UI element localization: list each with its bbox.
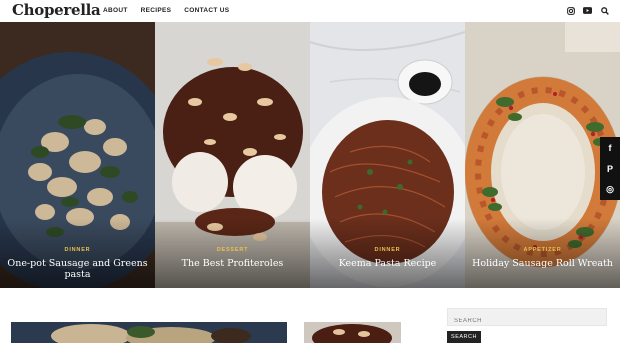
facebook-icon[interactable]: f (600, 137, 620, 158)
post-category[interactable]: DINNER (310, 247, 465, 253)
nav-item-contact[interactable]: CONTACT US (184, 7, 229, 14)
header-icons (566, 6, 609, 15)
featured-post-3[interactable]: DINNER Keema Pasta Recipe (310, 22, 465, 288)
featured-post-4[interactable]: APPETIZER Holiday Sausage Roll Wreath (465, 22, 620, 288)
site-header: Choperella ABOUT RECIPES CONTACT US (0, 0, 620, 22)
main-nav: ABOUT RECIPES CONTACT US (103, 7, 229, 14)
nav-item-recipes[interactable]: RECIPES (141, 7, 172, 14)
slide-overlay (310, 218, 465, 288)
post-category[interactable]: APPETIZER (465, 247, 620, 253)
search-input[interactable] (448, 313, 606, 329)
latest-post-image[interactable] (11, 322, 287, 343)
sidebar-search (447, 308, 607, 329)
post-category[interactable]: DESSERT (155, 247, 310, 253)
featured-post-1[interactable]: DINNER One-pot Sausage and Greens pasta (0, 22, 155, 288)
youtube-icon[interactable] (583, 6, 592, 15)
nav-item-about[interactable]: ABOUT (103, 7, 128, 14)
slide-overlay (155, 218, 310, 288)
pinterest-icon[interactable]: P (600, 158, 620, 179)
featured-post-2[interactable]: DESSERT The Best Profiteroles (155, 22, 310, 288)
post-thumbnail-photo (304, 322, 401, 343)
search-button[interactable]: SEARCH (447, 331, 481, 343)
site-logo[interactable]: Choperella (12, 1, 101, 19)
instagram-share-icon[interactable]: ◎ (600, 179, 620, 200)
post-title[interactable]: Holiday Sausage Roll Wreath (469, 258, 616, 269)
slide-overlay (465, 218, 620, 288)
post-thumbnail[interactable] (304, 322, 401, 343)
social-share-bar: f P ◎ (600, 137, 620, 200)
search-icon[interactable] (600, 6, 609, 15)
post-title[interactable]: One-pot Sausage and Greens pasta (4, 258, 151, 280)
post-title[interactable]: The Best Profiteroles (159, 258, 306, 269)
post-title[interactable]: Keema Pasta Recipe (314, 258, 461, 269)
featured-slider: DINNER One-pot Sausage and Greens pasta … (0, 22, 620, 288)
latest-post-photo (11, 322, 287, 343)
instagram-icon[interactable] (566, 6, 575, 15)
post-category[interactable]: DINNER (0, 247, 155, 253)
